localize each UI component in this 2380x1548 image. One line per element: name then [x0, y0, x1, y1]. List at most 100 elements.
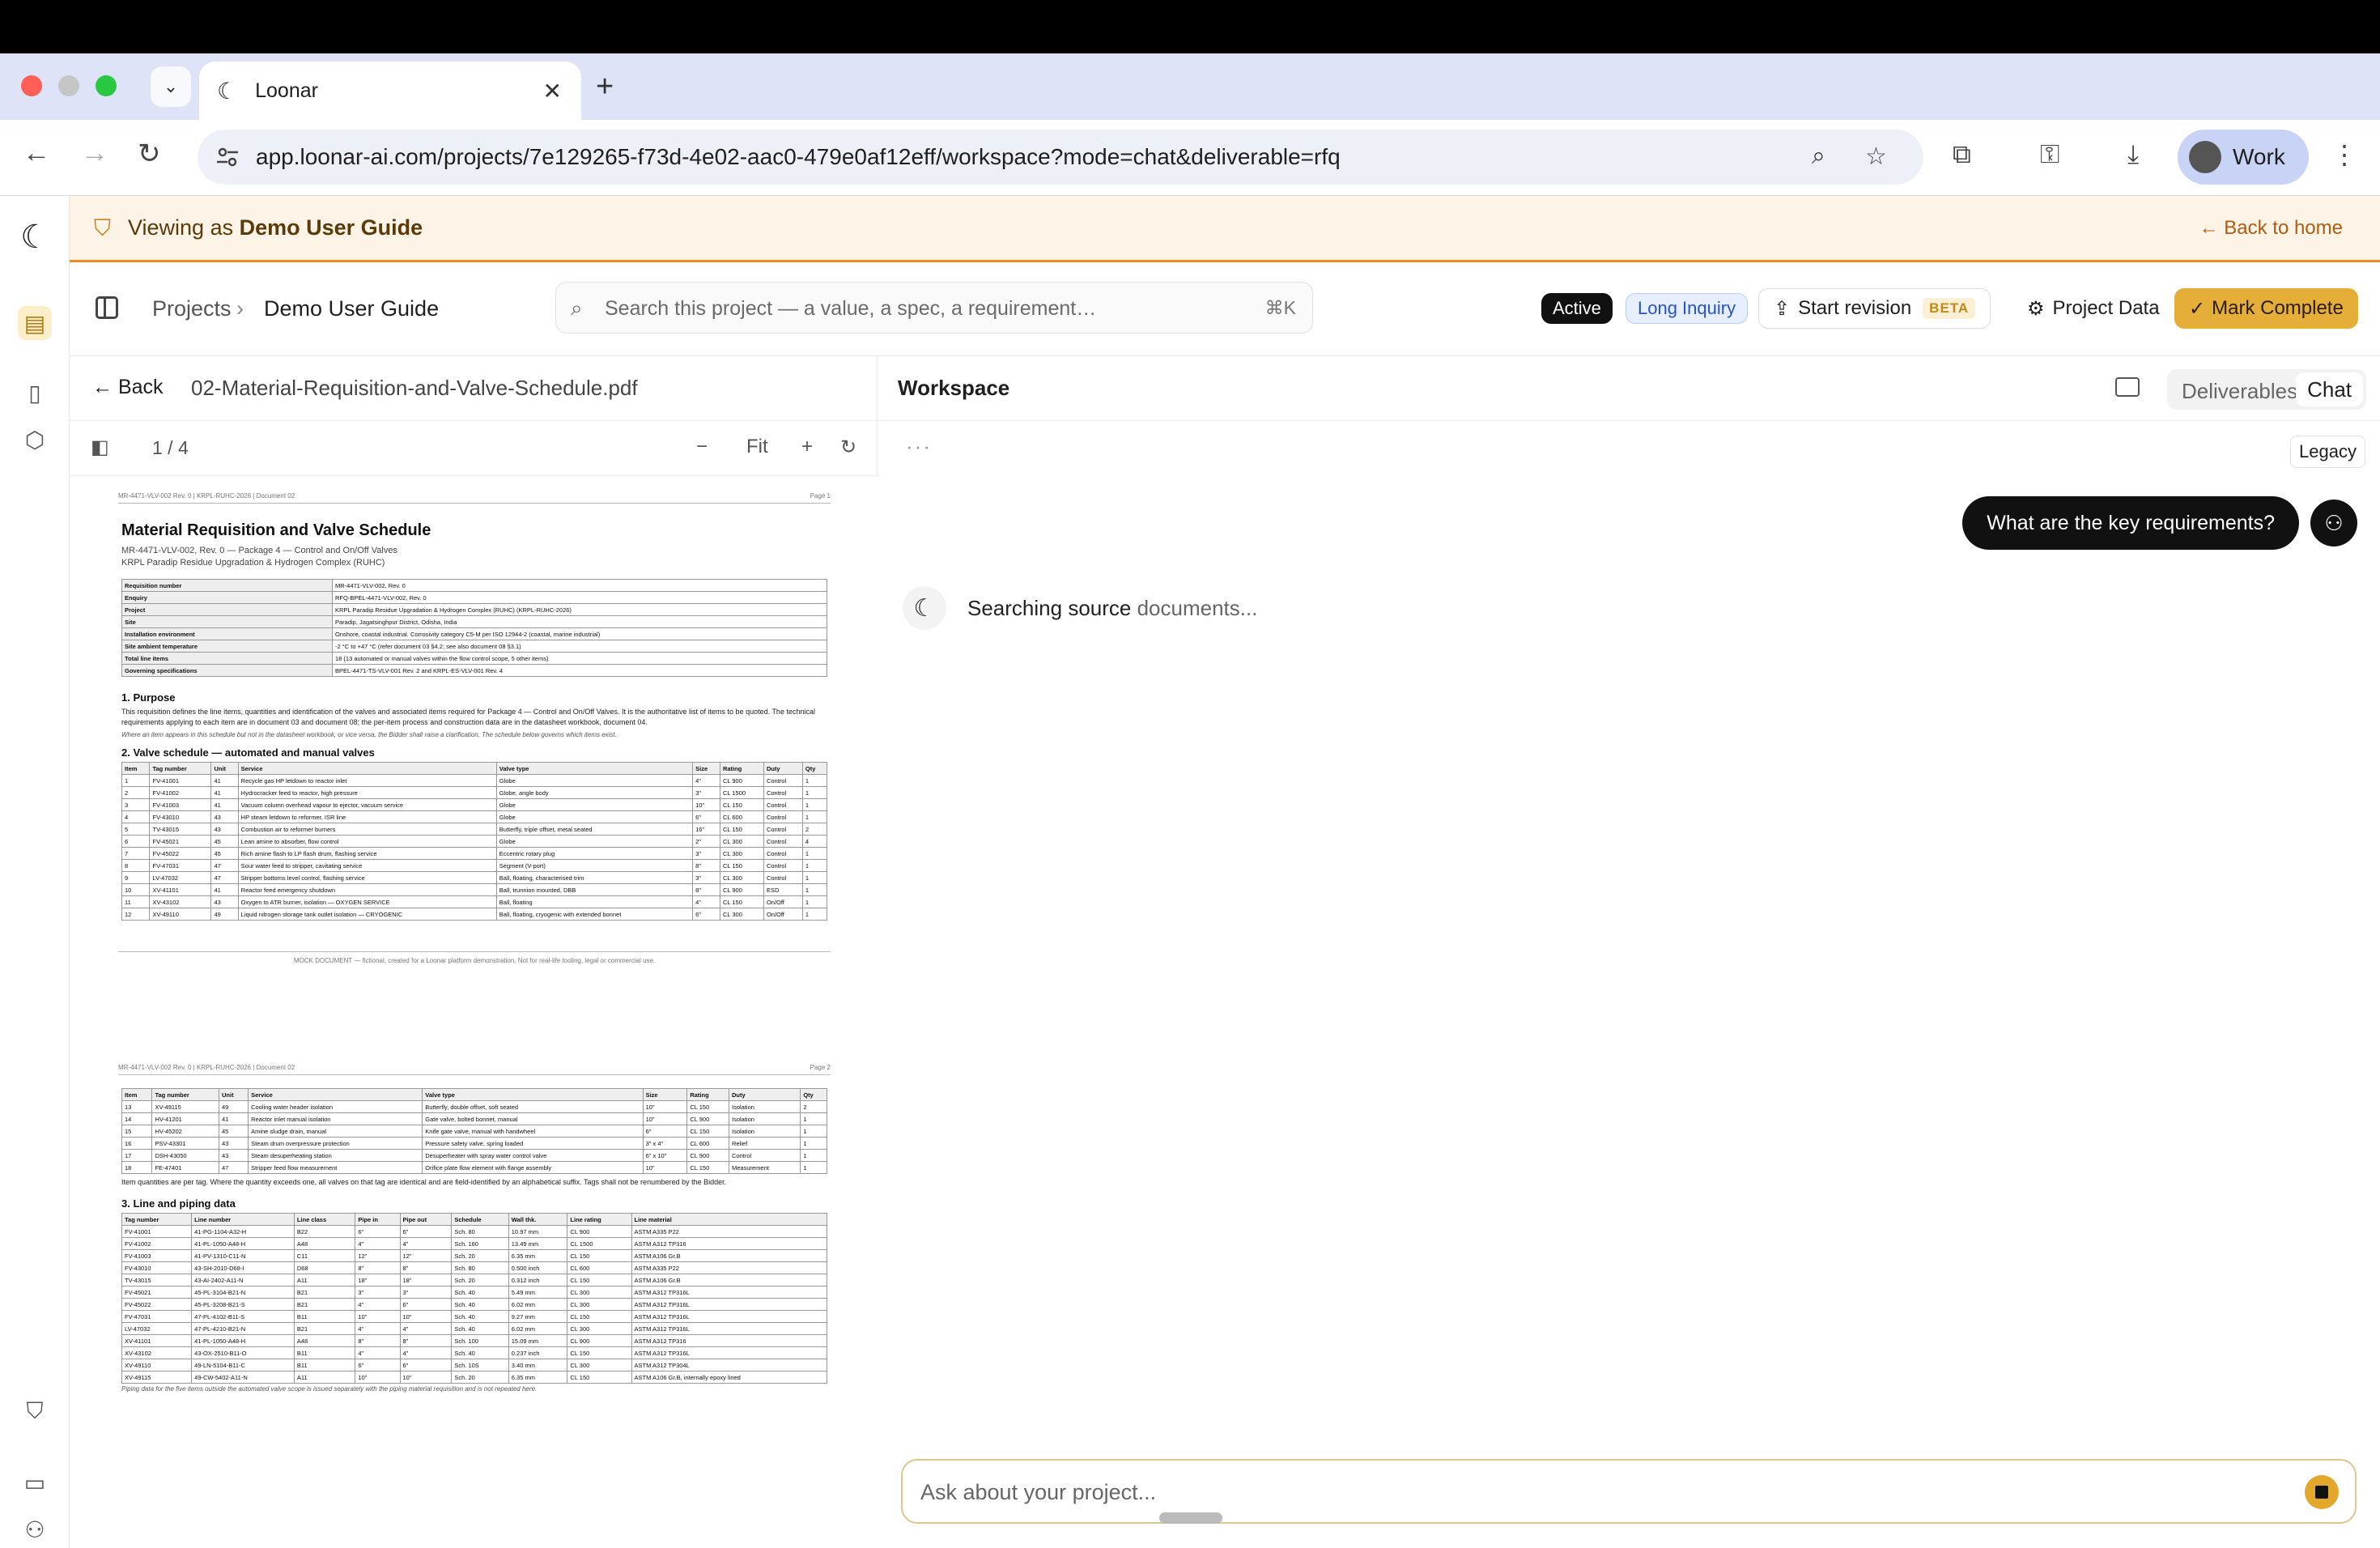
mark-complete-button[interactable]: ✓ Mark Complete: [2174, 288, 2358, 329]
table-cell: 1: [801, 774, 828, 787]
table-cell: 41: [210, 786, 239, 799]
table-row: 5 TV-43015 43 Combustion air to reformer bu…: [121, 823, 828, 836]
column-header: Valve type: [495, 762, 694, 775]
back-button[interactable]: ← Back: [92, 376, 164, 399]
extensions-icon[interactable]: ⧉: [1953, 139, 1971, 170]
chat-composer-input[interactable]: Ask about your project...: [901, 1459, 2357, 1524]
table-cell: ASTM A312 TP304L: [631, 1359, 828, 1372]
security-shield-icon[interactable]: ⛉: [18, 1394, 52, 1428]
table-header-row: Item Tag number Unit Service Valve type Size R…: [121, 1088, 827, 1101]
table-cell: 1: [801, 883, 828, 896]
browser-menu-icon[interactable]: ⋮: [2331, 139, 2357, 170]
keyboard-icon[interactable]: [2115, 377, 2140, 397]
address-bar[interactable]: app.loonar-ai.com/projects/7e129265-f73d…: [198, 130, 1923, 185]
table-cell: CL 900: [567, 1334, 632, 1347]
table-cell: 6": [399, 1359, 453, 1372]
column-header: Unit: [210, 762, 239, 775]
library-book-icon[interactable]: ▯: [18, 376, 52, 410]
close-window-button[interactable]: [21, 75, 42, 96]
table-row: 3 FV-41003 41 Vacuum column overhead vapour…: [121, 798, 828, 811]
close-tab-icon[interactable]: ✕: [543, 78, 562, 104]
passwords-key-icon[interactable]: ⚿: [2040, 139, 2059, 170]
table-cell: Segment (V-port): [495, 859, 694, 872]
table-cell: FV-41003: [149, 798, 212, 811]
table-cell: FV-43010: [149, 810, 212, 823]
table-cell: Cooling water header isolation: [248, 1100, 423, 1113]
forward-arrow-icon[interactable]: →: [81, 138, 108, 169]
table-cell: 4": [399, 1237, 453, 1250]
workspace-panel: Workspace Deliverables Chat ··· Legacy W…: [878, 356, 2380, 1548]
table-cell: C11: [293, 1249, 356, 1262]
table-cell: CL 150: [567, 1249, 632, 1262]
projects-folder-icon[interactable]: ▤: [18, 306, 52, 340]
minimize-window-button[interactable]: [58, 75, 79, 96]
search-placeholder: Search this project — a value, a spec, a…: [605, 297, 1097, 320]
back-arrow-icon[interactable]: ←: [23, 138, 50, 169]
tab-deliverables[interactable]: Deliverables: [2177, 377, 2302, 406]
profile-button[interactable]: Work: [2178, 130, 2309, 185]
table-cell: Stripper bottoms level control, flashing…: [237, 871, 497, 884]
column-header: Qty: [800, 1088, 827, 1101]
tab-search-button[interactable]: ⌄: [151, 66, 191, 107]
table-cell: Isolation: [728, 1125, 801, 1138]
table-cell: ASTM A312 TP316L: [631, 1298, 828, 1311]
table-cell: 10": [355, 1310, 401, 1323]
table-cell: Orifice plate flow element with flange a…: [422, 1161, 644, 1174]
start-revision-button[interactable]: ⇪ Start revision BETA: [1758, 288, 1991, 329]
fit-button[interactable]: Fit: [746, 436, 768, 458]
column-header: Pipe out: [399, 1213, 453, 1226]
table-cell: 49-LN-5104-B11-C: [191, 1359, 295, 1372]
table-cell: 4": [355, 1322, 401, 1335]
legacy-toggle[interactable]: Legacy: [2290, 436, 2365, 468]
tab-chat[interactable]: Chat: [2296, 372, 2363, 406]
pdf-canvas[interactable]: MR-4471-VLV-002 Rev. 0 | KRPL-RUHC-2026 …: [70, 476, 878, 1548]
user-avatar-icon: ⚇: [2310, 500, 2357, 546]
document-subtitle-project: KRPL Paradip Residue Upgradation & Hydro…: [121, 558, 385, 568]
reload-icon[interactable]: ↻: [138, 138, 161, 170]
table-cell: CL 300: [719, 847, 764, 860]
table-cell: 47-PL-4210-B21-N: [191, 1322, 295, 1335]
table-cell: Total line items: [121, 652, 333, 665]
zoom-out-button[interactable]: −: [696, 436, 708, 458]
feedback-chat-icon[interactable]: ▭: [18, 1465, 52, 1499]
column-header: Line class: [293, 1213, 356, 1226]
table-cell: 1: [121, 774, 151, 787]
table-cell: 10": [399, 1310, 453, 1323]
table-cell: 18 (13 automated or manual valves within…: [332, 652, 827, 665]
stop-generation-button[interactable]: [2305, 1475, 2339, 1509]
table-cell: 4": [692, 895, 720, 908]
table-row: 6 FV-45021 45 Lean amine to absorber, flow …: [121, 835, 828, 848]
table-cell: 3": [692, 786, 720, 799]
maximize-window-button[interactable]: [96, 75, 117, 96]
stop-icon: [2315, 1486, 2328, 1499]
downloads-icon[interactable]: ⤓: [2127, 139, 2139, 170]
table-cell: B11: [293, 1310, 356, 1323]
new-tab-button[interactable]: +: [596, 70, 614, 104]
browser-tab-loonar[interactable]: ☾ Loonar ✕: [199, 62, 581, 120]
account-user-icon[interactable]: ⚇: [18, 1512, 52, 1546]
more-options-icon[interactable]: ···: [906, 434, 932, 459]
package-cube-icon[interactable]: ⬡: [18, 423, 52, 457]
sidebar-toggle-icon[interactable]: [96, 296, 118, 319]
workspace-title: Workspace: [898, 376, 1010, 400]
rotate-icon[interactable]: ↻: [840, 436, 856, 459]
app-logo-icon[interactable]: ☾: [18, 219, 52, 255]
table-row: 13 XV-49115 49 Cooling water header isolati…: [121, 1100, 827, 1113]
project-data-button[interactable]: ⚙ Project Data: [2012, 288, 2174, 329]
breadcrumb-projects[interactable]: Projects: [152, 296, 232, 321]
thumbnails-panel-icon[interactable]: ◧: [91, 436, 109, 459]
table-cell: CL 150: [686, 1161, 729, 1174]
bookmark-star-icon[interactable]: ☆: [1865, 142, 1887, 171]
table-cell: 1: [801, 798, 828, 811]
table-cell: Eccentric rotary plug: [495, 847, 694, 860]
zoom-in-button[interactable]: +: [801, 436, 813, 458]
zoom-icon[interactable]: ⌕: [1812, 142, 1825, 170]
project-search-input[interactable]: ⌕ Search this project — a value, a spec,…: [555, 282, 1313, 334]
table-cell: XV-41101: [149, 883, 212, 896]
piping-note: Piping data for the five items outside t…: [121, 1385, 538, 1393]
site-settings-icon[interactable]: [215, 146, 240, 168]
purpose-text: This requisition defines the line items,…: [121, 708, 815, 726]
back-to-home-link[interactable]: ← Back to home: [2199, 217, 2343, 240]
table-cell: FV-43010: [121, 1261, 193, 1274]
resize-handle[interactable]: [1159, 1512, 1222, 1524]
